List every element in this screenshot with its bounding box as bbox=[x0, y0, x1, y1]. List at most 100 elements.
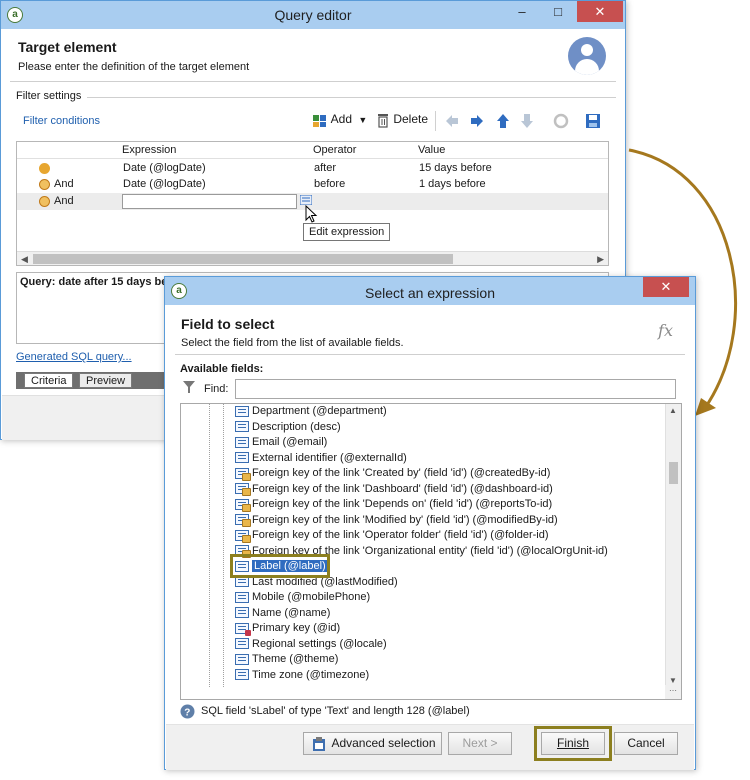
field-item[interactable]: Primary key (@id) bbox=[235, 621, 340, 636]
expression-input[interactable] bbox=[122, 194, 297, 209]
advanced-selection-label: Advanced selection bbox=[331, 736, 436, 750]
delete-button[interactable]: Delete bbox=[376, 112, 428, 130]
selection-highlight bbox=[230, 554, 330, 578]
conditions-table: Expression Operator Value Date (@logDate… bbox=[16, 141, 609, 266]
field-label: Foreign key of the link 'Modified by' (f… bbox=[252, 513, 558, 526]
tab-preview[interactable]: Preview bbox=[79, 373, 133, 388]
advanced-selection-button[interactable]: Advanced selection bbox=[303, 732, 442, 755]
cancel-button[interactable]: Cancel bbox=[614, 732, 678, 755]
logic-operator: And bbox=[54, 195, 74, 207]
generated-sql-link[interactable]: Generated SQL query... bbox=[16, 351, 132, 363]
condition-dot-icon bbox=[39, 162, 50, 174]
scroll-right-icon[interactable]: ▶ bbox=[597, 252, 604, 266]
resize-grip-icon[interactable]: ⋯ bbox=[665, 685, 681, 699]
header-title: Target element bbox=[18, 39, 117, 55]
field-icon bbox=[235, 452, 249, 464]
fields-tree[interactable]: Department (@department) Description (des… bbox=[180, 403, 682, 700]
query-editor-titlebar[interactable]: a Query editor – □ ✕ bbox=[1, 1, 625, 29]
close-button[interactable]: ✕ bbox=[643, 277, 689, 297]
field-item[interactable]: Time zone (@timezone) bbox=[235, 668, 369, 683]
field-item[interactable]: Name (@name) bbox=[235, 606, 330, 621]
maximize-button[interactable]: □ bbox=[543, 1, 573, 22]
field-icon bbox=[235, 436, 249, 448]
tree-guide bbox=[209, 404, 210, 687]
tab-criteria[interactable]: Criteria bbox=[24, 373, 74, 388]
filter-conditions-label: Filter conditions bbox=[23, 115, 101, 127]
header-title: Field to select bbox=[181, 316, 275, 332]
expression-cell[interactable]: Date (@logDate) bbox=[123, 178, 206, 190]
field-label: Primary key (@id) bbox=[252, 622, 341, 634]
field-item[interactable]: Regional settings (@locale) bbox=[235, 637, 387, 652]
trash-icon bbox=[378, 114, 388, 128]
scroll-left-icon[interactable]: ◀ bbox=[21, 252, 28, 266]
field-item[interactable]: Foreign key of the link 'Depends on' (fi… bbox=[235, 497, 552, 512]
field-icon bbox=[235, 669, 249, 681]
status-text: SQL field 'sLabel' of type 'Text' and le… bbox=[201, 705, 470, 717]
arrow-left-icon[interactable] bbox=[444, 113, 460, 129]
refresh-icon[interactable] bbox=[553, 113, 569, 129]
mouse-cursor-icon bbox=[305, 205, 318, 223]
table-row[interactable]: And Date (@logDate) before 1 days before bbox=[17, 176, 608, 192]
arrow-up-icon[interactable] bbox=[495, 113, 511, 129]
toolbar-separator bbox=[435, 111, 436, 131]
arrow-down-icon[interactable] bbox=[519, 113, 535, 129]
minimize-button[interactable]: – bbox=[507, 1, 537, 22]
user-avatar-icon bbox=[568, 37, 606, 75]
field-label: Foreign key of the link 'Created by' (fi… bbox=[252, 467, 551, 479]
add-button[interactable]: Add ▼ bbox=[312, 112, 367, 130]
add-condition-icon bbox=[313, 115, 326, 127]
field-label: Email (@email) bbox=[252, 436, 328, 448]
scrollbar-thumb[interactable] bbox=[33, 254, 453, 264]
close-button[interactable]: ✕ bbox=[577, 1, 623, 22]
find-label: Find: bbox=[204, 383, 229, 395]
field-item[interactable]: Department (@department) bbox=[235, 404, 387, 419]
header-subtitle: Select the field from the list of availa… bbox=[181, 337, 404, 349]
field-label: Time zone (@timezone) bbox=[252, 668, 370, 681]
operator-cell[interactable]: after bbox=[314, 162, 336, 174]
column-header-expression: Expression bbox=[122, 144, 177, 156]
field-item[interactable]: Mobile (@mobilePhone) bbox=[235, 590, 370, 605]
value-cell[interactable]: 15 days before bbox=[419, 162, 492, 174]
field-item[interactable]: Description (desc) bbox=[235, 420, 341, 435]
foreign-key-icon bbox=[235, 529, 251, 543]
field-label: Foreign key of the link 'Depends on' (fi… bbox=[252, 498, 553, 510]
operator-cell[interactable]: before bbox=[314, 178, 345, 190]
scroll-down-icon[interactable]: ▼ bbox=[669, 676, 677, 685]
field-item[interactable]: Foreign key of the link 'Dashboard' (fie… bbox=[235, 482, 553, 497]
select-expression-titlebar[interactable]: a Select an expression ✕ bbox=[165, 277, 695, 305]
column-header-value: Value bbox=[418, 144, 446, 156]
filter-icon bbox=[183, 381, 195, 393]
field-item[interactable]: Email (@email) bbox=[235, 435, 327, 450]
foreign-key-icon bbox=[235, 483, 251, 497]
vertical-scrollbar[interactable]: ▲ ▼ bbox=[665, 404, 681, 687]
edit-expression-tooltip: Edit expression bbox=[303, 223, 391, 241]
help-icon: ? bbox=[180, 704, 195, 719]
divider bbox=[175, 354, 685, 355]
expression-cell[interactable]: Date (@logDate) bbox=[123, 162, 206, 174]
field-item[interactable]: Theme (@theme) bbox=[235, 652, 338, 667]
next-button[interactable]: Next > bbox=[448, 732, 512, 755]
field-icon bbox=[235, 607, 249, 619]
finish-highlight bbox=[534, 726, 612, 761]
horizontal-scrollbar[interactable]: ◀ ▶ bbox=[17, 251, 608, 265]
and-condition-icon bbox=[39, 178, 50, 190]
value-cell[interactable]: 1 days before bbox=[419, 178, 486, 190]
field-item[interactable]: Foreign key of the link 'Modified by' (f… bbox=[235, 513, 558, 528]
field-item[interactable]: External identifier (@externalId) bbox=[235, 451, 407, 466]
chevron-down-icon[interactable]: ▼ bbox=[358, 115, 367, 125]
table-header: Expression Operator Value bbox=[17, 142, 608, 159]
scroll-up-icon[interactable]: ▲ bbox=[669, 406, 677, 415]
save-icon[interactable] bbox=[585, 113, 601, 129]
arrow-right-icon[interactable] bbox=[469, 113, 485, 129]
table-row[interactable]: Date (@logDate) after 15 days before bbox=[17, 160, 608, 176]
field-item[interactable]: Foreign key of the link 'Operator folder… bbox=[235, 528, 549, 543]
field-label: Description (desc) bbox=[252, 420, 341, 433]
foreign-key-icon bbox=[235, 467, 251, 481]
scrollbar-thumb[interactable] bbox=[669, 462, 678, 484]
field-item[interactable]: Foreign key of the link 'Created by' (fi… bbox=[235, 466, 550, 481]
field-label: External identifier (@externalId) bbox=[252, 451, 407, 464]
divider bbox=[10, 81, 616, 82]
find-input[interactable] bbox=[235, 379, 676, 399]
field-icon bbox=[235, 421, 249, 433]
field-icon bbox=[235, 405, 249, 417]
